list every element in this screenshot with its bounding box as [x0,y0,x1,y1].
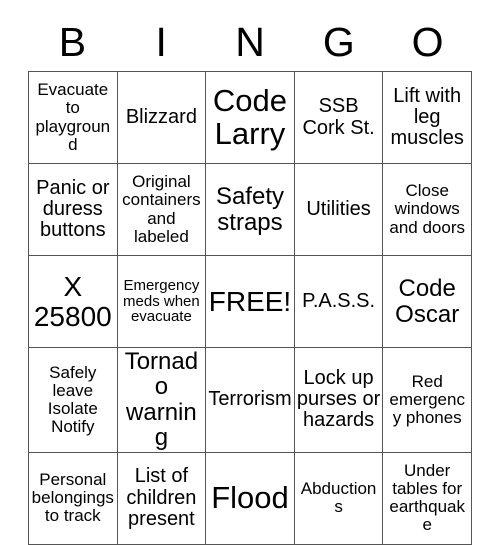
bingo-cell[interactable]: Evacuate to playground [28,71,118,164]
bingo-cell[interactable]: X 25800 [28,255,118,348]
bingo-cell[interactable]: Code Oscar [382,255,472,348]
bingo-cell[interactable]: Safety straps [205,163,295,256]
bingo-cell[interactable]: Emergency meds when evacuate [116,255,207,348]
bingo-cell[interactable]: Lift with leg muscles [382,71,472,164]
bingo-header-letter-o: O [411,19,444,65]
bingo-cell[interactable]: P.A.S.S. [293,255,384,348]
bingo-row: Personal belongings to track List of chi… [28,451,472,545]
bingo-grid: Evacuate to playground Blizzard Code Lar… [28,71,472,545]
bingo-cell[interactable]: Blizzard [116,71,207,164]
bingo-cell[interactable]: Abductions [293,451,384,545]
bingo-cell[interactable]: Terrorism [205,347,295,453]
bingo-header-row: B I N G O [28,14,472,71]
bingo-cell-free[interactable]: FREE! [205,255,295,348]
bingo-cell[interactable]: SSB Cork St. [293,71,384,164]
bingo-cell[interactable]: Personal belongings to track [28,451,118,545]
bingo-cell[interactable]: Original containers and labeled [116,163,207,256]
bingo-cell[interactable]: Red emergency phones [382,347,472,453]
bingo-cell[interactable]: Flood [205,451,295,545]
bingo-row: Evacuate to playground Blizzard Code Lar… [28,71,472,164]
bingo-header-letter-g: G [322,19,355,65]
bingo-header-letter-b: B [58,19,87,65]
bingo-row: Safely leave Isolate Notify Tornado warn… [28,347,472,453]
bingo-cell[interactable]: Panic or duress buttons [28,163,118,256]
bingo-cell[interactable]: Close windows and doors [382,163,472,256]
bingo-cell[interactable]: List of children present [116,451,207,545]
bingo-card: B I N G O Evacuate to playground Blizzar… [28,14,472,545]
bingo-cell[interactable]: Lock up purses or hazards [293,347,384,453]
bingo-cell[interactable]: Under tables for earthquake [382,451,472,545]
bingo-grid-body: Evacuate to playground Blizzard Code Lar… [28,71,472,545]
bingo-header-letter-n: N [235,19,265,65]
bingo-cell[interactable]: Utilities [293,163,384,256]
bingo-header-letter-i: I [155,19,167,65]
bingo-cell[interactable]: Safely leave Isolate Notify [28,347,118,453]
bingo-cell[interactable]: Tornado warning [116,347,207,453]
bingo-row: Panic or duress buttons Original contain… [28,163,472,256]
bingo-row: X 25800 Emergency meds when evacuate FRE… [28,255,472,348]
bingo-cell[interactable]: Code Larry [205,71,295,164]
